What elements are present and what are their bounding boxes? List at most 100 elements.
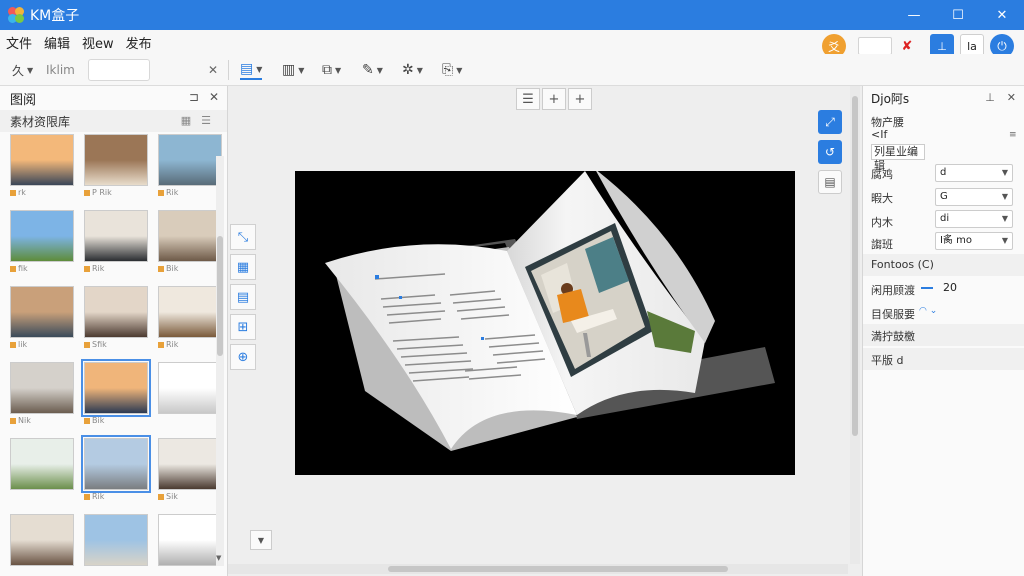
thumbnail-label: Rik xyxy=(84,264,104,273)
red-close-icon[interactable]: ✘ xyxy=(898,39,916,54)
prop-value-2: G xyxy=(940,191,948,202)
thumbnail-image[interactable] xyxy=(10,362,74,414)
thumbnail-image[interactable] xyxy=(81,435,151,493)
option-label-1: 目俣服要 xyxy=(871,308,915,321)
right-panel-title: Djo阿s xyxy=(871,91,910,106)
grid-view-icon[interactable]: ▦ xyxy=(181,114,191,127)
chevron-down-icon: ▼ xyxy=(416,65,423,75)
chevron-down-icon: ▼ xyxy=(1001,168,1008,177)
collapse-button[interactable]: ▼ xyxy=(250,530,272,550)
minimize-button[interactable]: — xyxy=(892,0,936,30)
align-button[interactable]: ☰ xyxy=(516,88,540,110)
thumbnail-image[interactable] xyxy=(158,210,222,262)
close-icon[interactable]: ✕ xyxy=(1007,91,1016,104)
thumbnail-label: lik xyxy=(10,340,27,349)
chevron-down-icon: ▼ xyxy=(256,64,263,74)
prop-select-1[interactable]: d ▼ xyxy=(935,164,1013,182)
pin-icon[interactable]: ⊐ xyxy=(189,90,199,104)
expand-tool-button[interactable]: ⤢ xyxy=(818,110,842,134)
thumbnail-image[interactable] xyxy=(81,359,151,417)
thumbnail-image[interactable] xyxy=(10,210,74,262)
top-input-field[interactable] xyxy=(858,37,892,55)
section-title-2[interactable]: 列星业编辑 xyxy=(871,144,925,172)
doc-tool-button[interactable]: ▥ ▼ xyxy=(282,60,304,80)
maximize-button[interactable]: ☐ xyxy=(936,0,980,30)
horizontal-scrollbar[interactable] xyxy=(228,564,848,574)
toolbar-field[interactable] xyxy=(88,59,150,81)
thumbnail-image[interactable] xyxy=(84,210,148,262)
thumbnail-image[interactable] xyxy=(158,286,222,338)
list-view-icon[interactable]: ☰ xyxy=(201,114,211,127)
frame-tool-button[interactable]: ⧉ ▼ xyxy=(322,60,341,80)
left-scrollbar[interactable] xyxy=(216,156,224,566)
thumbnail-image[interactable] xyxy=(10,514,74,566)
toolbar: 久 ▼ Iklim ✕ ▤ ▼ ▥ ▼ ⧉ ▼ ✎ ▼ ✲ ▼ ⎘ ▼ xyxy=(0,54,1024,86)
chevron-down-icon: ▼ xyxy=(1001,214,1008,223)
thumbnail-label: P Rik xyxy=(84,188,112,197)
thumbnail-label: fik xyxy=(10,264,28,273)
add-page-button[interactable]: + xyxy=(568,88,592,110)
prop-select-2[interactable]: G ▼ xyxy=(935,188,1013,206)
close-window-button[interactable]: ✕ xyxy=(980,0,1024,30)
thumbnail-image[interactable] xyxy=(84,514,148,566)
pin-icon[interactable]: ⊥ xyxy=(985,91,995,104)
effects-icon: ✲ xyxy=(402,62,414,78)
zoom-tool-button[interactable]: ⊕ xyxy=(230,344,256,370)
edit-icon: ✎ xyxy=(362,62,374,78)
prop-value-3: di xyxy=(940,213,950,224)
menu-edit[interactable]: 编辑 xyxy=(38,33,76,52)
app-title: KM盒子 xyxy=(30,8,80,24)
chevron-down-icon: ▼ xyxy=(27,65,34,75)
thumbnail-image[interactable] xyxy=(158,362,222,414)
prop-select-4[interactable]: I䏑 mo ▼ xyxy=(935,232,1013,250)
rotate-tool-button[interactable]: ↺ xyxy=(818,140,842,164)
page-tool-button[interactable]: ▤ ▼ xyxy=(240,60,263,80)
menu-publish[interactable]: 发布 xyxy=(120,33,158,52)
thumbnail-label: Rik xyxy=(158,188,178,197)
mosaic-tool-button[interactable]: ▦ xyxy=(230,254,256,280)
prop-label-3: 内木 xyxy=(871,216,893,229)
menu-file[interactable]: 文件 xyxy=(0,33,38,52)
thumbnail-label: Nik xyxy=(10,416,31,425)
slider-track[interactable] xyxy=(921,287,933,289)
effects-tool-button[interactable]: ✲ ▼ xyxy=(402,60,423,80)
vertical-scrollbar[interactable] xyxy=(850,86,860,564)
undo-button[interactable]: 久 ▼ xyxy=(12,60,33,80)
library-title: 素材资限库 xyxy=(10,114,71,129)
thumbnail-label: Rik xyxy=(158,340,178,349)
thumbnail-image[interactable] xyxy=(84,134,148,186)
book-preview-stage[interactable] xyxy=(295,171,795,475)
thumbnail-image[interactable] xyxy=(158,438,222,490)
menu-view[interactable]: 视ew xyxy=(76,33,120,52)
thumbnail-image[interactable] xyxy=(158,514,222,566)
add-button[interactable]: + xyxy=(542,88,566,110)
option-label-3: 平版 d xyxy=(871,354,904,367)
edit-tool-button[interactable]: ✎ ▼ xyxy=(362,60,383,80)
thumbnail-label: Bik xyxy=(158,264,178,273)
scroll-down-icon[interactable]: ▼ xyxy=(216,554,221,562)
prop-select-3[interactable]: di ▼ xyxy=(935,210,1013,228)
page-icon: ▤ xyxy=(240,61,254,77)
thumbnail-label: Sik xyxy=(158,492,178,501)
left-panel-header: 图阅 ⊐ ✕ xyxy=(0,86,227,110)
export-tool-button[interactable]: ⎘ ▼ xyxy=(442,60,462,80)
properties-tool-button[interactable]: ▤ xyxy=(818,170,842,194)
chevron-down-icon: ▼ xyxy=(456,65,463,75)
title-bar: KM盒子 — ☐ ✕ xyxy=(0,0,1024,30)
thumbnail-image[interactable] xyxy=(10,286,74,338)
menu-icon[interactable]: ≡ xyxy=(1009,130,1017,140)
thumbnail-image[interactable] xyxy=(10,438,74,490)
canvas-top-tools: ☰ + + xyxy=(516,88,592,110)
close-icon[interactable]: ✕ xyxy=(209,90,219,104)
grid-tool-button[interactable]: ⊞ xyxy=(230,314,256,340)
option-label-2: 満拧鼓檄 xyxy=(871,330,915,343)
layout-tool-button[interactable]: ▤ xyxy=(230,284,256,310)
crop-tool-button[interactable]: ⤡ xyxy=(230,224,256,250)
thumbnail-image[interactable] xyxy=(158,134,222,186)
thumbnail-image[interactable] xyxy=(84,286,148,338)
option-toggle[interactable]: ◠ ⌄ xyxy=(919,306,937,316)
toolbar-close-button[interactable]: ✕ xyxy=(208,60,218,80)
thumbnail-image[interactable] xyxy=(10,134,74,186)
canvas-side-tools: ⤡ ▦ ▤ ⊞ ⊕ xyxy=(230,224,256,370)
flipbook-illustration xyxy=(323,171,775,451)
